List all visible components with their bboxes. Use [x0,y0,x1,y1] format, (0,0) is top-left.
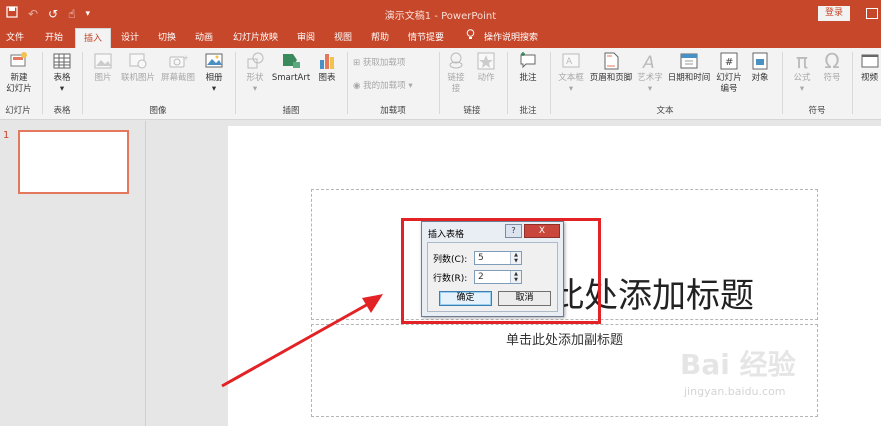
annotation-arrow [221,294,383,388]
